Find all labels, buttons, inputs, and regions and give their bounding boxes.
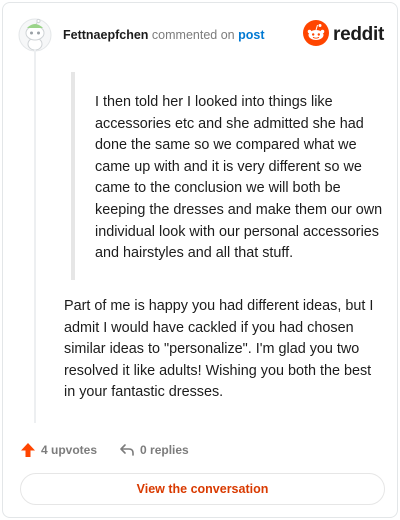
reply-arrow-icon — [120, 444, 134, 456]
comment-embed-card: Fettnaepfchen commented on post reddit I… — [2, 2, 398, 518]
upvote-count: 4 upvotes — [41, 443, 98, 457]
quoted-text: I then told her I looked into things lik… — [71, 72, 383, 280]
comment-meta: Fettnaepfchen commented on post — [63, 28, 264, 42]
comment-actions: 4 upvotes 0 replies — [20, 440, 189, 460]
upvote-button[interactable]: 4 upvotes — [20, 442, 97, 458]
view-conversation-label: View the conversation — [136, 482, 269, 496]
post-link[interactable]: post — [238, 28, 264, 42]
view-conversation-button[interactable]: View the conversation — [20, 473, 385, 505]
comment-header: Fettnaepfchen commented on post reddit — [18, 18, 388, 54]
upvote-arrow-icon — [21, 443, 35, 457]
reply-button[interactable]: 0 replies — [119, 442, 189, 458]
reddit-brand[interactable]: reddit — [303, 19, 384, 51]
reply-count: 0 replies — [140, 443, 189, 457]
commented-on-text: commented on — [151, 28, 235, 42]
reddit-wordmark: reddit — [333, 24, 384, 45]
comment-body: Part of me is happy you had different id… — [64, 296, 386, 404]
quote-content: I then told her I looked into things lik… — [95, 94, 383, 262]
thread-line — [34, 49, 36, 423]
author-name[interactable]: Fettnaepfchen — [63, 28, 148, 42]
avatar-icon[interactable] — [18, 18, 52, 52]
reddit-logo-icon — [303, 19, 330, 51]
comment-content: Part of me is happy you had different id… — [64, 298, 374, 401]
